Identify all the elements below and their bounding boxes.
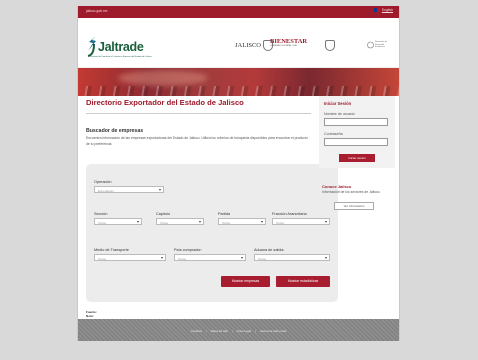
seccion-field: Sección Todos (94, 212, 142, 225)
chevron-down-icon (325, 256, 327, 259)
emblem-icon (367, 41, 374, 49)
aduana-select[interactable]: Todos (254, 254, 330, 261)
note-label: Nota: (86, 314, 94, 318)
operacion-select[interactable]: Exportación (94, 186, 164, 193)
seal-icon (325, 40, 335, 51)
footer-link-aviso[interactable]: Aviso Legal (237, 329, 251, 333)
info-text: Información de los sectores de Jalisco. (322, 190, 381, 194)
info-box: Conoce Jalisco Información de los sector… (319, 184, 395, 210)
chevron-down-icon (325, 220, 327, 223)
chevron-down-icon (137, 220, 139, 223)
aduana-label: Aduana de salida: (254, 248, 285, 252)
section-description: Encuentra información de las empresas ex… (86, 136, 308, 146)
secretaria-text: Secretaría de Desarrollo Económico (375, 41, 388, 48)
footnotes: Fuente: Nota: (86, 310, 97, 318)
bienestar-logo[interactable]: BIENESTAR GOBIERNO ESTATAL QUE (270, 38, 307, 47)
partida-select[interactable]: Todos (218, 218, 266, 225)
page-title: Directorio Exportador del Estado de Jali… (86, 98, 311, 114)
operacion-field: Operación Exportación (94, 180, 164, 193)
medio-select[interactable]: Todos (94, 254, 166, 261)
chevron-down-icon (199, 220, 201, 223)
page: jalisco.gob.mx English Jaltrade Institut… (77, 6, 400, 341)
header: Jaltrade Instituto de Fomento al Comerci… (78, 18, 399, 68)
bienestar-wordmark: BIENESTAR (270, 38, 308, 45)
capitulo-label: Capítulo (156, 212, 171, 216)
login-title: Iniciar Sesión (324, 101, 352, 106)
footer-link-contacto[interactable]: Contacto (191, 329, 202, 333)
search-panel: Operación Exportación Sección Todos Capí… (86, 164, 338, 302)
footer: Contacto | Mapa del sitio | Aviso Legal | Acer… (78, 319, 399, 341)
password-label: Contraseña (324, 132, 343, 136)
chevron-down-icon (241, 256, 243, 259)
footer-link-mapa[interactable]: Mapa del sitio (211, 329, 228, 333)
footer-links: Contacto | Mapa del sitio | Aviso Legal | Acer… (190, 329, 287, 333)
capitulo-field: Capítulo Todos (156, 212, 204, 225)
login-box: Iniciar Sesión Nombre de usuario Contras… (319, 96, 395, 168)
language-switch[interactable]: English (373, 8, 393, 12)
username-input[interactable] (324, 118, 388, 126)
footer-link-acerca[interactable]: Acerca de este portal (260, 329, 286, 333)
chevron-down-icon (159, 188, 161, 191)
jaltrade-logo[interactable]: Jaltrade Instituto de Fomento al Comerci… (86, 35, 156, 63)
show-companies-button[interactable]: Mostrar empresas (221, 276, 270, 287)
jaltrade-mark-icon (87, 36, 96, 57)
fraccion-label: Fracción Arancelaria (272, 212, 307, 216)
info-title: Conoce Jalisco (322, 184, 352, 189)
bienestar-subtitle: GOBIERNO ESTATAL QUE (270, 45, 297, 47)
chevron-down-icon (161, 256, 163, 259)
logo-wordmark: Jaltrade (98, 40, 144, 54)
sidebar: Iniciar Sesión Nombre de usuario Contras… (319, 96, 395, 210)
pais-select[interactable]: Todos (174, 254, 246, 261)
language-link[interactable]: English (382, 8, 393, 12)
jalisco-logo[interactable]: JALISCO (235, 40, 274, 51)
show-statistics-button[interactable]: Mostrar estadísticas (276, 276, 330, 287)
partida-field: Partida Todos (218, 212, 266, 225)
top-bar: jalisco.gob.mx English (78, 6, 399, 18)
partida-label: Partida (218, 212, 231, 216)
state-seal-logo (325, 40, 335, 51)
jalisco-wordmark: JALISCO (235, 42, 262, 49)
medio-field: Medio de Transporte Todos (94, 248, 166, 261)
medio-label: Medio de Transporte (94, 248, 129, 252)
fraccion-select[interactable]: Todos (272, 218, 330, 225)
flag-icon (373, 8, 380, 12)
pais-label: País comprador: (174, 248, 202, 252)
seccion-select[interactable]: Todos (94, 218, 142, 225)
fraccion-field: Fracción Arancelaria Todos (272, 212, 330, 225)
username-label: Nombre de usuario (324, 112, 355, 116)
capitulo-select[interactable]: Todos (156, 218, 204, 225)
login-button[interactable]: Iniciar sesión (339, 154, 375, 162)
pais-field: País comprador: Todos (174, 248, 246, 261)
header-banner (78, 68, 399, 96)
chevron-down-icon (261, 220, 263, 223)
view-info-button[interactable]: Ver información (334, 201, 374, 210)
operacion-label: Operación (94, 180, 112, 184)
main-content: Directorio Exportador del Estado de Jali… (86, 98, 338, 318)
aduana-field: Aduana de salida: Todos (254, 248, 330, 261)
section-title: Buscador de empresas (86, 128, 144, 134)
logo-subtitle: Instituto de Fomento al Comercio Exterio… (90, 56, 152, 58)
seccion-label: Sección (94, 212, 108, 216)
password-input[interactable] (324, 138, 388, 146)
site-link[interactable]: jalisco.gob.mx (86, 9, 107, 13)
secretaria-logo: Secretaría de Desarrollo Económico (367, 40, 393, 50)
